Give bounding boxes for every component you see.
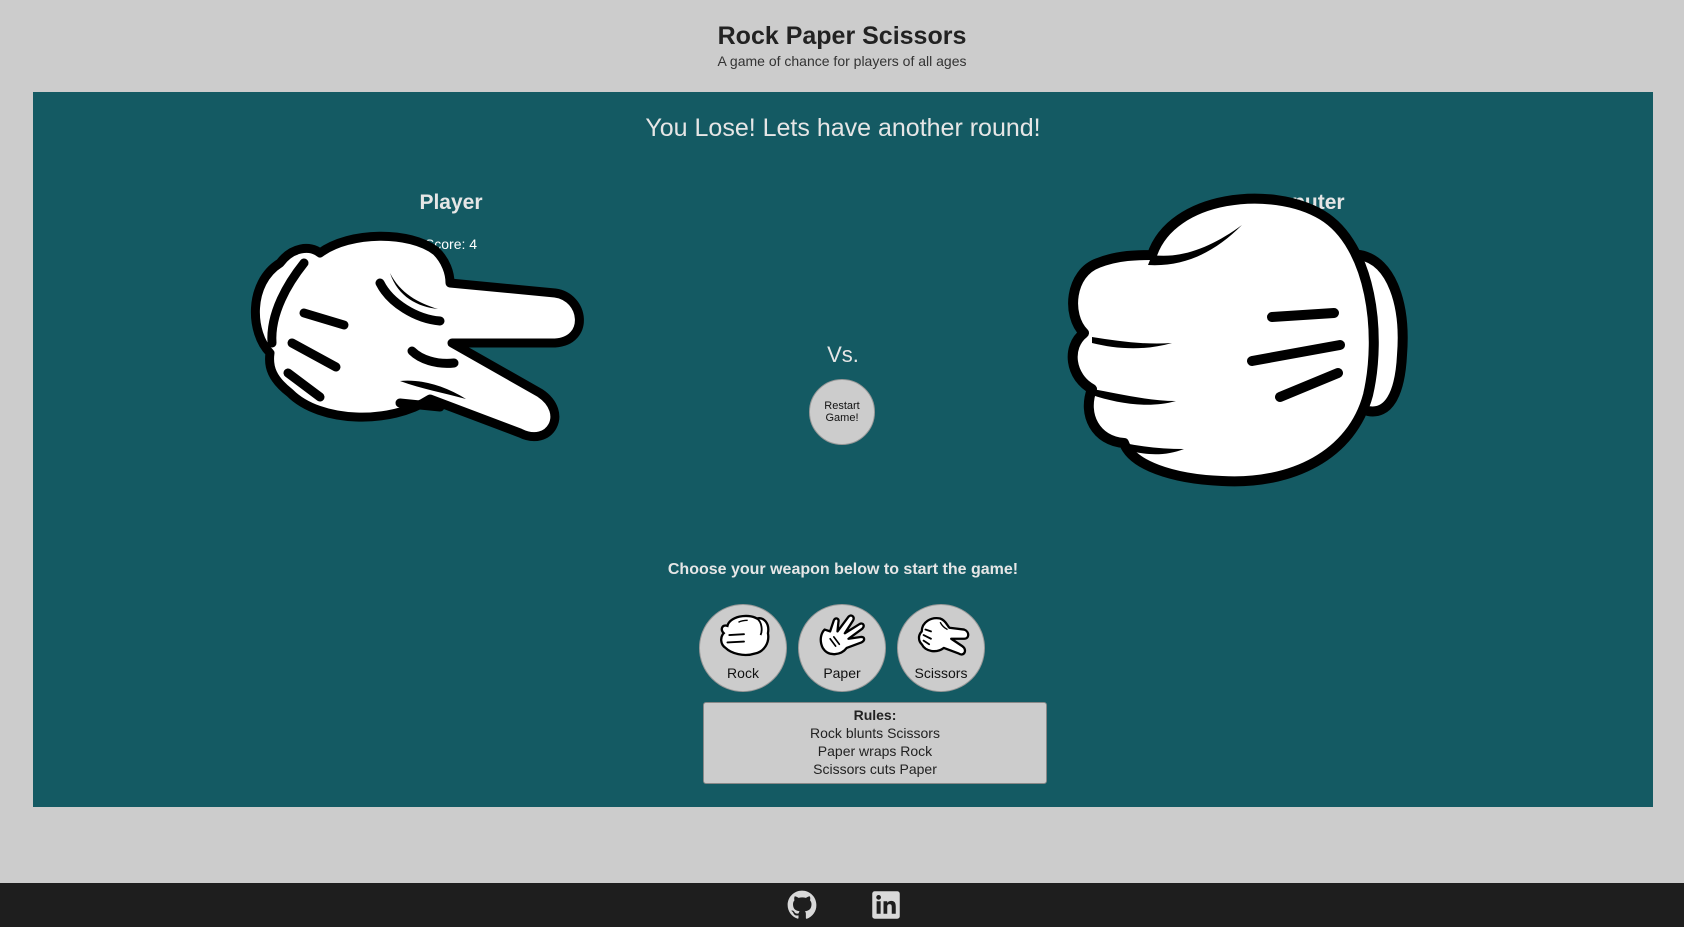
rules-title: Rules:	[853, 707, 897, 723]
rule-line: Rock blunts Scissors	[810, 725, 940, 741]
paper-hand-icon	[819, 614, 866, 656]
paper-label: Paper	[823, 665, 861, 681]
rules-box: Rules: Rock blunts Scissors Paper wraps …	[703, 702, 1047, 784]
header: Rock Paper Scissors A game of chance for…	[0, 0, 1684, 92]
page-title: Rock Paper Scissors	[717, 22, 967, 50]
result-message: You Lose! Lets have another round!	[645, 114, 1041, 142]
page: Rock Paper Scissors A game of chance for…	[0, 0, 1684, 927]
paper-button[interactable]: Paper	[798, 604, 886, 692]
rock-label: Rock	[727, 665, 759, 681]
rock-button[interactable]: Rock	[699, 604, 787, 692]
page-subtitle: A game of chance for players of all ages	[717, 53, 967, 69]
weapon-buttons: Rock Paper Scissors	[699, 604, 995, 694]
linkedin-icon[interactable]	[871, 890, 901, 920]
scissors-label: Scissors	[914, 665, 968, 681]
player-scissors-hand-icon	[250, 231, 584, 442]
rock-hand-icon	[720, 614, 770, 657]
rule-line: Scissors cuts Paper	[813, 761, 937, 777]
footer	[0, 883, 1684, 927]
scissors-hand-icon	[917, 617, 970, 656]
github-icon[interactable]	[787, 890, 817, 920]
computer-rock-hand-icon	[1067, 193, 1408, 487]
choose-weapon-prompt: Choose your weapon below to start the ga…	[667, 561, 1019, 578]
restart-game-button[interactable]: Restart Game!	[809, 379, 875, 445]
scissors-button[interactable]: Scissors	[897, 604, 985, 692]
rule-line: Paper wraps Rock	[817, 743, 933, 759]
